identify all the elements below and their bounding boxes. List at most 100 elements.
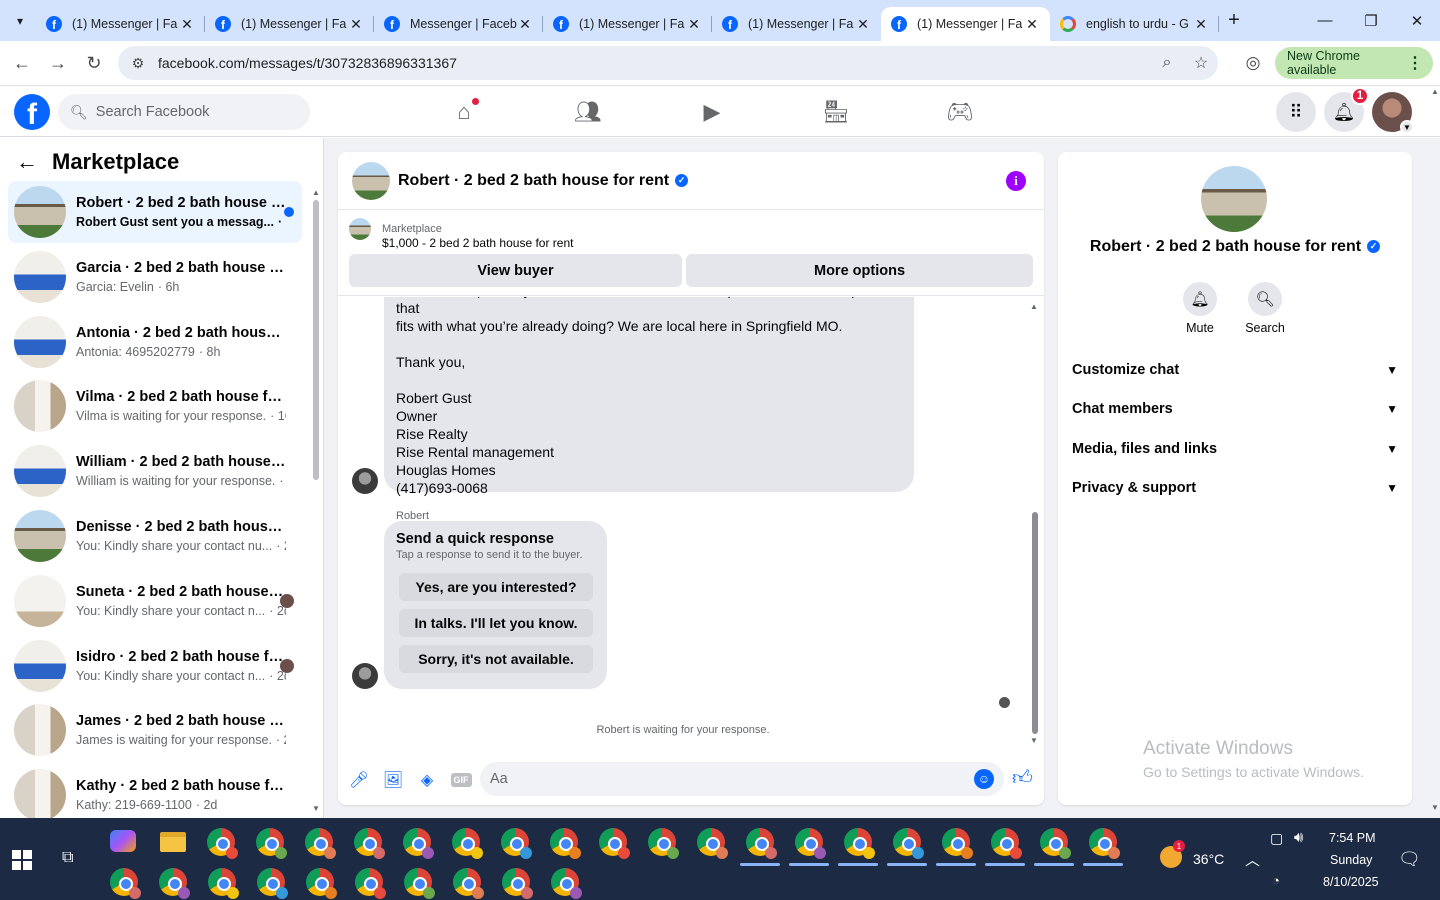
- marketplace-icon[interactable]: 🏪︎: [774, 87, 898, 137]
- chrome-profile-icon[interactable]: ◎: [1240, 50, 1266, 76]
- bell-icon[interactable]: 🔔︎: [1183, 282, 1217, 316]
- meet-now-icon[interactable]: ▢: [1270, 830, 1283, 847]
- chat-title[interactable]: Robert · 2 bed 2 bath house for rent ✓: [398, 172, 689, 190]
- chrome-taskbar-icon[interactable]: [795, 828, 826, 859]
- emoji-icon[interactable]: ☺: [974, 769, 994, 789]
- chrome-taskbar-icon[interactable]: [208, 868, 239, 899]
- message-input[interactable]: [490, 771, 960, 787]
- browser-tab[interactable]: f (1) Messenger | Fa ✕: [36, 7, 205, 41]
- new-tab-button[interactable]: +: [1219, 9, 1249, 32]
- scrollbar-thumb[interactable]: [313, 200, 319, 480]
- chrome-taskbar-icon[interactable]: [453, 868, 484, 899]
- clock-time[interactable]: 7:54 PM: [1329, 831, 1376, 845]
- conversation-item[interactable]: Antonia · 2 bed 2 bath house fo... Antoni…: [8, 311, 302, 373]
- like-thumb-icon[interactable]: 👍︎: [1012, 766, 1033, 790]
- conversation-item[interactable]: Suneta · 2 bed 2 bath house f... You: Kin…: [8, 570, 302, 632]
- forward-icon[interactable]: →: [40, 45, 76, 81]
- conversation-item[interactable]: Vilma · 2 bed 2 bath house for r... Vilma…: [8, 375, 302, 437]
- conversation-item[interactable]: Isidro · 2 bed 2 bath house fo... You: Ki…: [8, 635, 302, 697]
- scroll-up-icon[interactable]: ▲: [1431, 87, 1439, 96]
- details-listing-thumbnail[interactable]: [1201, 166, 1267, 232]
- chrome-taskbar-icon[interactable]: [502, 868, 533, 899]
- chat-scrollbar[interactable]: ▲ ▼: [1030, 302, 1040, 745]
- close-tab-icon[interactable]: ✕: [179, 16, 195, 33]
- conversation-item[interactable]: Robert · 2 bed 2 bath house f... Robert G…: [8, 181, 302, 243]
- volume-icon[interactable]: 🔊︎: [1294, 829, 1303, 846]
- gif-icon[interactable]: GIF: [445, 764, 477, 796]
- sticker-icon[interactable]: ◈: [411, 764, 443, 796]
- show-hidden-icons-chevron-icon[interactable]: ︿: [1245, 849, 1260, 870]
- chrome-taskbar-icon[interactable]: [159, 868, 190, 899]
- scroll-down-icon[interactable]: ▼: [1431, 803, 1439, 812]
- conversation-item[interactable]: William · 2 bed 2 bath house for... Willi…: [8, 440, 302, 502]
- page-scrollbar[interactable]: ▲ ▼: [1430, 87, 1440, 818]
- close-tab-icon[interactable]: ✕: [1024, 16, 1040, 33]
- menu-grid-icon[interactable]: ⠿: [1276, 92, 1316, 132]
- chrome-menu-icon[interactable]: ⋮: [1407, 53, 1423, 73]
- chrome-taskbar-icon[interactable]: [354, 828, 385, 859]
- view-buyer-button[interactable]: View buyer: [349, 254, 682, 287]
- browser-tab[interactable]: f (1) Messenger | Fa ✕: [543, 7, 712, 41]
- chrome-taskbar-icon[interactable]: [893, 828, 924, 859]
- close-tab-icon[interactable]: ✕: [686, 16, 702, 33]
- chrome-taskbar-icon[interactable]: [697, 828, 728, 859]
- quick-response-option[interactable]: Yes, are you interested?: [399, 573, 593, 601]
- chat-listing-thumbnail[interactable]: [352, 161, 390, 200]
- conversation-item[interactable]: Kathy · 2 bed 2 bath house for r... Kathy…: [8, 764, 302, 818]
- more-options-button[interactable]: More options: [686, 254, 1033, 287]
- task-view-icon[interactable]: ⧉: [62, 849, 73, 867]
- browser-tab[interactable]: f (1) Messenger | Fa ✕: [712, 7, 881, 41]
- reload-icon[interactable]: ↻: [76, 45, 112, 81]
- conversation-item[interactable]: Denisse · 2 bed 2 bath house for... You: …: [8, 505, 302, 567]
- notifications-bell-icon[interactable]: 🔔︎ 1: [1324, 87, 1369, 132]
- quick-response-option[interactable]: In talks. I'll let you know.: [399, 609, 593, 637]
- photo-icon[interactable]: 🖼︎: [377, 764, 409, 796]
- scroll-up-icon[interactable]: ▲: [312, 188, 320, 197]
- new-chrome-available-button[interactable]: New Chrome available ⋮: [1275, 47, 1433, 79]
- browser-tab[interactable]: f (1) Messenger | Fa ✕: [881, 7, 1050, 41]
- quick-response-option[interactable]: Sorry, it's not available.: [399, 645, 593, 673]
- close-tab-icon[interactable]: ✕: [1193, 16, 1209, 33]
- conversation-item[interactable]: James · 2 bed 2 bath house for r... James…: [8, 699, 302, 761]
- scroll-up-icon[interactable]: ▲: [1030, 302, 1038, 311]
- clock-date[interactable]: 8/10/2025: [1323, 875, 1379, 889]
- notification-center-icon[interactable]: 🗨︎: [1398, 849, 1421, 870]
- chrome-taskbar-icon[interactable]: [404, 868, 435, 899]
- chrome-taskbar-icon[interactable]: [403, 828, 434, 859]
- maximize-icon[interactable]: ❐: [1348, 0, 1394, 41]
- close-tab-icon[interactable]: ✕: [855, 16, 871, 33]
- chrome-taskbar-icon[interactable]: [501, 828, 532, 859]
- message-input-field[interactable]: ☺: [480, 762, 1004, 796]
- scroll-down-icon[interactable]: ▼: [1030, 736, 1038, 745]
- back-icon[interactable]: ←: [4, 45, 40, 81]
- listing-price-title[interactable]: $1,000 - 2 bed 2 bath house for rent: [382, 236, 573, 250]
- chrome-taskbar-icon[interactable]: [256, 828, 287, 859]
- gaming-icon[interactable]: 🎮︎: [898, 87, 1022, 137]
- close-tab-icon[interactable]: ✕: [348, 16, 364, 33]
- video-icon[interactable]: ▶: [650, 87, 774, 137]
- chrome-taskbar-icon[interactable]: [207, 828, 238, 859]
- zoom-icon[interactable]: ⌕: [1150, 54, 1184, 72]
- search-icon[interactable]: 🔍︎: [1248, 282, 1282, 316]
- media-files-links-section[interactable]: Media, files and links ▼: [1072, 431, 1398, 467]
- privacy-support-section[interactable]: Privacy & support ▼: [1072, 470, 1398, 506]
- address-bar[interactable]: ⚙ facebook.com/messages/t/30732836896331…: [118, 46, 1218, 80]
- chrome-taskbar-icon[interactable]: [844, 828, 875, 859]
- chrome-taskbar-icon[interactable]: [305, 828, 336, 859]
- back-arrow-icon[interactable]: ←: [16, 149, 38, 175]
- close-tab-icon[interactable]: ✕: [517, 16, 533, 33]
- chrome-taskbar-icon[interactable]: [942, 828, 973, 859]
- file-explorer-icon[interactable]: [160, 832, 186, 852]
- search-facebook-input[interactable]: [95, 104, 286, 120]
- customize-chat-section[interactable]: Customize chat ▼: [1072, 352, 1398, 388]
- scroll-down-icon[interactable]: ▼: [312, 804, 320, 813]
- windows-start-icon[interactable]: [12, 850, 32, 870]
- search-action[interactable]: 🔍︎ Search: [1235, 282, 1295, 335]
- account-avatar[interactable]: ▼: [1372, 92, 1414, 134]
- chrome-taskbar-icon[interactable]: [991, 828, 1022, 859]
- bookmark-star-icon[interactable]: ☆: [1184, 53, 1218, 73]
- chat-members-section[interactable]: Chat members ▼: [1072, 391, 1398, 427]
- chrome-taskbar-icon[interactable]: [1089, 828, 1120, 859]
- chrome-taskbar-icon[interactable]: [551, 868, 582, 899]
- close-window-icon[interactable]: ✕: [1394, 0, 1440, 41]
